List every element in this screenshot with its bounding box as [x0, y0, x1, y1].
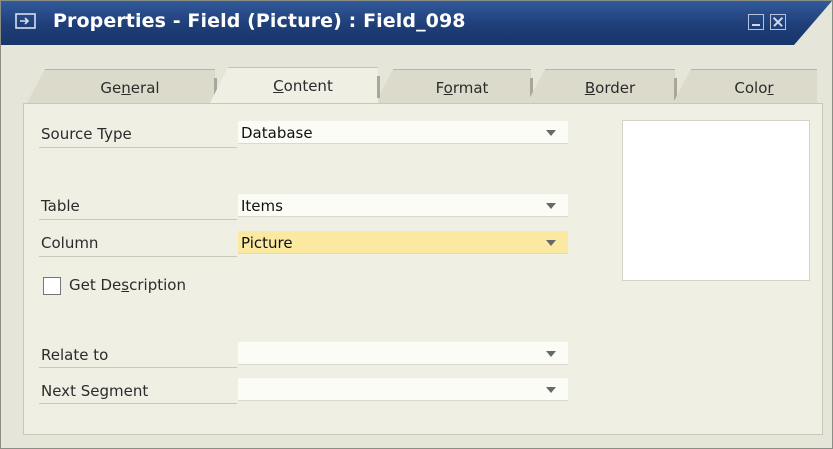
dropdown-arrow-icon[interactable] — [546, 203, 556, 209]
dropdown-arrow-icon[interactable] — [546, 387, 556, 393]
source-type-combo[interactable]: Database — [238, 121, 568, 144]
title-bar[interactable]: Properties - Field (Picture) : Field_098 — [1, 1, 832, 45]
source-type-label: Source Type — [41, 125, 132, 143]
tab-general[interactable]: General — [27, 69, 217, 103]
tab-general-label: General — [100, 79, 160, 97]
tab-separator — [377, 76, 380, 98]
row-divider — [39, 219, 237, 220]
column-combo[interactable]: Picture — [238, 231, 568, 254]
next-segment-combo[interactable] — [238, 378, 568, 401]
window-title: Properties - Field (Picture) : Field_098 — [53, 10, 466, 32]
column-label: Column — [41, 234, 99, 252]
dropdown-arrow-icon[interactable] — [546, 240, 556, 246]
dropdown-arrow-icon[interactable] — [546, 351, 556, 357]
tab-format[interactable]: Format — [375, 69, 533, 103]
relate-to-label: Relate to — [41, 346, 109, 364]
picture-preview — [622, 120, 810, 281]
tab-color-label: Color — [734, 79, 774, 97]
tab-content-label: Content — [273, 77, 333, 95]
tab-strip: General Content Format Border Color — [23, 67, 823, 103]
row-divider — [39, 256, 237, 257]
next-segment-label: Next Segment — [41, 382, 149, 400]
table-value: Items — [241, 197, 283, 215]
properties-window-icon — [15, 13, 36, 29]
minimize-icon[interactable] — [748, 14, 764, 30]
row-divider — [39, 367, 237, 368]
get-description-checkbox[interactable] — [43, 277, 61, 295]
tab-border-label: Border — [584, 79, 636, 97]
tab-format-label: Format — [435, 79, 489, 97]
dropdown-arrow-icon[interactable] — [546, 130, 556, 136]
row-divider — [39, 147, 237, 148]
title-corner-decoration — [794, 1, 832, 45]
row-divider — [39, 403, 237, 404]
tab-border[interactable]: Border — [527, 69, 677, 103]
column-value: Picture — [241, 234, 293, 252]
close-icon[interactable] — [770, 14, 786, 30]
tab-color[interactable]: Color — [673, 69, 817, 103]
properties-window: Properties - Field (Picture) : Field_098… — [0, 0, 833, 449]
tab-content[interactable]: Content — [210, 67, 380, 103]
table-combo[interactable]: Items — [238, 194, 568, 217]
source-type-value: Database — [241, 124, 313, 142]
get-description-label[interactable]: Get Description — [69, 276, 186, 294]
relate-to-combo[interactable] — [238, 342, 568, 365]
table-label: Table — [41, 197, 80, 215]
